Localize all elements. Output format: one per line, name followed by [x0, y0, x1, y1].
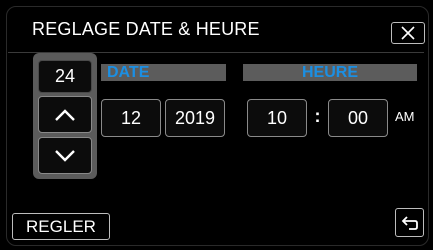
minute-field[interactable]: 00	[328, 99, 388, 137]
chevron-up-icon	[55, 108, 75, 121]
year-field[interactable]: 2019	[165, 99, 225, 137]
back-button[interactable]	[395, 208, 424, 237]
decrement-button[interactable]	[38, 137, 92, 174]
close-icon	[401, 26, 415, 40]
back-return-icon	[401, 215, 418, 230]
chevron-down-icon	[55, 149, 75, 162]
date-section-header: DATE	[101, 64, 226, 81]
time-section-header: HEURE	[243, 64, 417, 81]
apply-button[interactable]: REGLER	[12, 213, 110, 240]
page-title: REGLAGE DATE & HEURE	[32, 19, 260, 39]
time-separator: :	[314, 105, 321, 126]
hour-field[interactable]: 10	[247, 99, 307, 137]
increment-button[interactable]	[38, 96, 92, 133]
month-field[interactable]: 12	[101, 99, 161, 137]
am-pm-indicator: AM	[395, 109, 415, 124]
close-button[interactable]	[391, 22, 425, 44]
day-field[interactable]: 24	[38, 60, 92, 93]
